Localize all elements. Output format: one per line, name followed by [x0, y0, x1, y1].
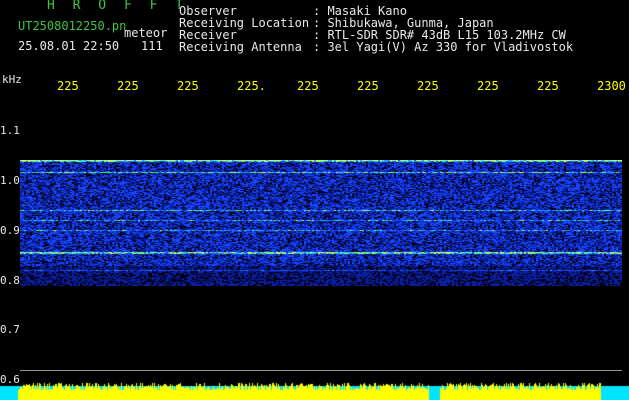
signal-level-strip: [0, 378, 629, 400]
info-label-antenna: Receiving Antenna: [179, 40, 302, 54]
detection-count: 111: [141, 39, 163, 53]
x-tick-label: 225: [477, 79, 499, 93]
detection-tag: meteor: [124, 26, 168, 40]
x-tick-label: 225: [357, 79, 379, 93]
x-tick-label: 2300: [597, 79, 626, 93]
x-tick-label: 225: [117, 79, 139, 93]
baseline-rule: [20, 370, 622, 371]
hroft-screen: H R O F F T UT2508012250.pn meteor 25.08…: [0, 0, 629, 400]
y-tick-label: 1.1: [0, 124, 20, 137]
file-name: UT2508012250.pn: [18, 19, 127, 33]
y-tick-label: 1.0: [0, 174, 20, 187]
x-tick-label: 225.: [237, 79, 266, 93]
y-tick-label: 0.7: [0, 323, 20, 336]
y-tick-label: 0.8: [0, 274, 20, 287]
x-tick-label: 225: [177, 79, 199, 93]
x-tick-label: 225: [297, 79, 319, 93]
axis-unit-label: kHz: [2, 73, 22, 86]
y-tick-label: 0.9: [0, 224, 20, 237]
x-tick-label: 225: [537, 79, 559, 93]
timestamp: 25.08.01 22:50: [18, 39, 120, 53]
x-tick-label: 225: [57, 79, 79, 93]
spectrogram: [20, 160, 622, 286]
info-value-antenna: : 3el Yagi(V) Az 330 for Vladivostok: [313, 40, 574, 54]
app-title: H R O F F T: [47, 0, 189, 13]
x-tick-label: 225: [417, 79, 439, 93]
